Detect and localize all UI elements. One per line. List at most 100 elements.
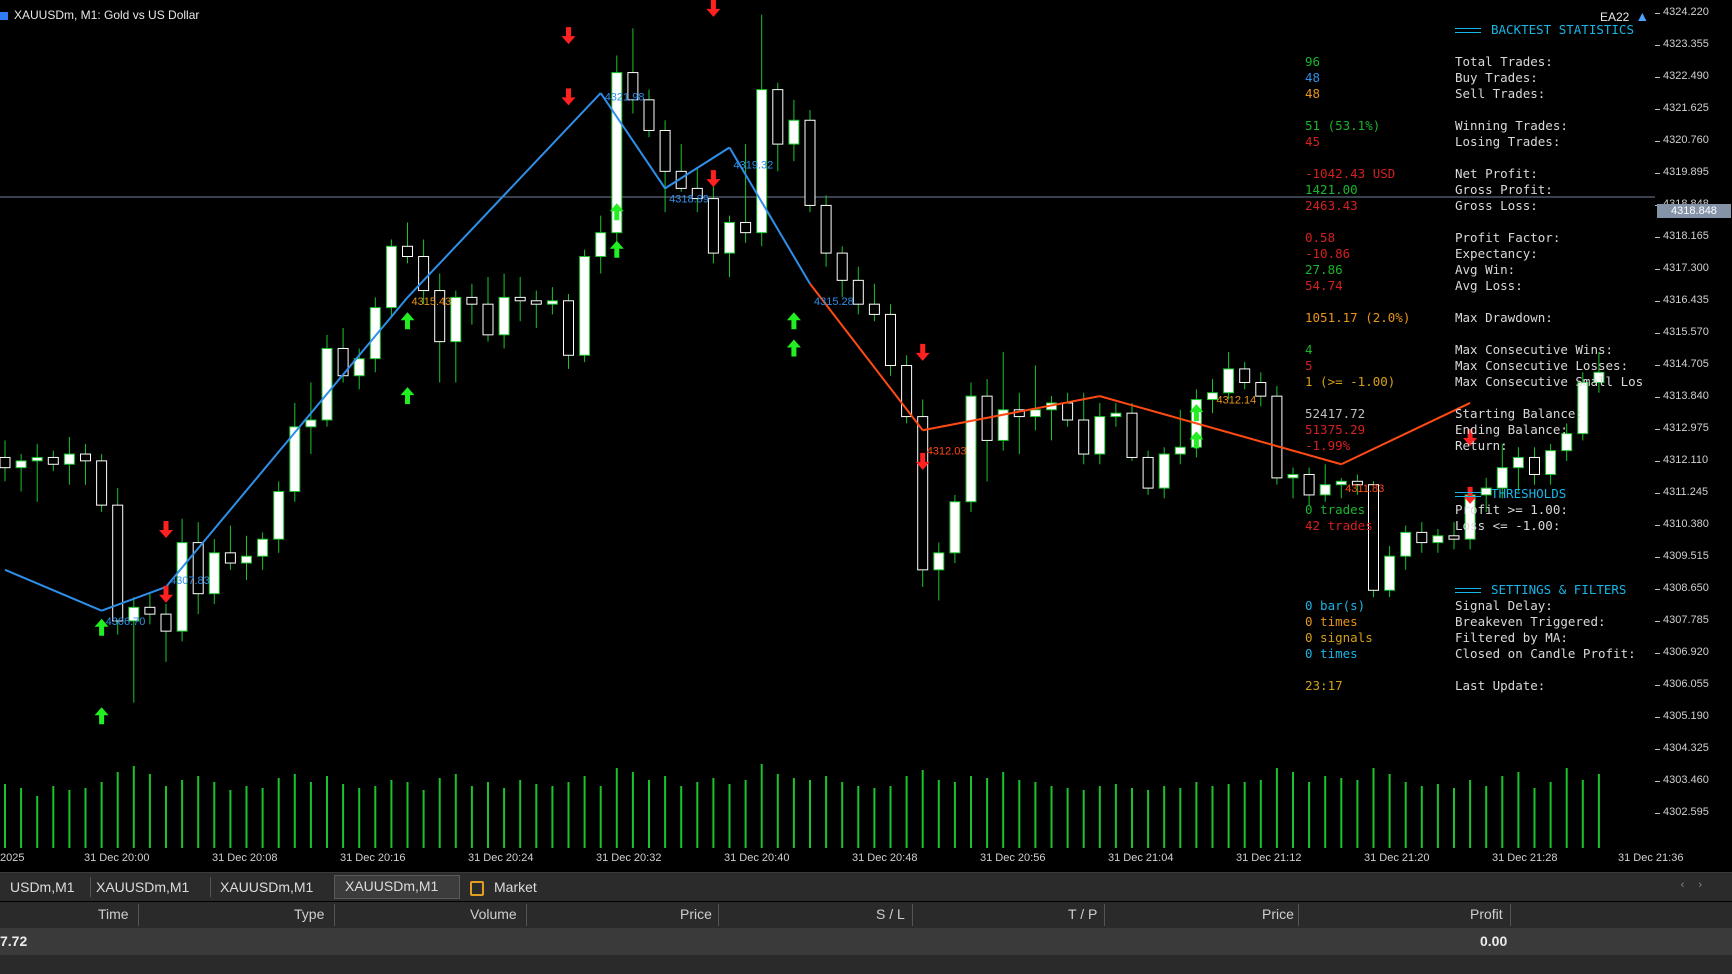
price-tick-label: 4303.460 — [1655, 774, 1709, 786]
time-tick-label: 31 Dec 20:08 — [212, 852, 278, 864]
col-separator — [718, 904, 719, 926]
candle-body — [788, 119, 800, 145]
col-separator — [138, 904, 139, 926]
col-time[interactable]: Time — [98, 906, 129, 922]
candle-body — [224, 552, 236, 564]
candle-body — [1078, 419, 1090, 455]
tab-market[interactable]: Market — [460, 877, 580, 897]
col-current-price[interactable]: Price — [1262, 906, 1294, 922]
last-update-value: 23:17 — [1305, 678, 1343, 693]
candle-body — [1062, 402, 1074, 421]
candle-body — [321, 347, 333, 421]
zigzag-price-label: 4319.32 — [734, 160, 774, 172]
buy-arrow-icon — [609, 240, 624, 258]
balance-row[interactable]: 7.72 0.00 — [0, 929, 1732, 955]
price-tick-label: 4321.625 — [1655, 102, 1709, 114]
sell-arrow-icon — [915, 343, 930, 361]
col-price[interactable]: Price — [680, 906, 712, 922]
candle-body — [836, 252, 848, 281]
zigzag-segment — [406, 92, 602, 299]
stat-label: Gross Profit: — [1455, 182, 1553, 197]
candle-body — [273, 491, 285, 540]
stat-value: 48 — [1305, 86, 1321, 101]
chart-tabs: USDm,M1 XAUUSDm,M1 XAUUSDm,M1 XAUUSDm,M1… — [0, 872, 1732, 901]
candle-body — [740, 221, 752, 234]
stat-value: 27.86 — [1305, 262, 1343, 277]
candle-body — [514, 296, 526, 302]
candle-body — [772, 89, 784, 145]
stat-label: Breakeven Triggered: — [1455, 614, 1606, 629]
stat-value: 0 times — [1305, 646, 1358, 661]
tab-label: XAUUSDm,M1 — [220, 879, 314, 895]
price-tick-label: 4320.760 — [1655, 134, 1709, 146]
price-axis[interactable]: 4324.220 4323.355 4322.490 4321.625 4320.760… — [1654, 0, 1732, 848]
candle-body — [917, 416, 929, 571]
price-tick-label: 4302.595 — [1655, 806, 1709, 818]
candle-body — [1029, 409, 1041, 418]
tab-chart-1[interactable]: USDm,M1 — [0, 877, 91, 897]
candle-body — [96, 460, 108, 506]
stat-value: 0 trades — [1305, 502, 1366, 517]
price-tick-label: 4315.570 — [1655, 326, 1709, 338]
tab-chart-2[interactable]: XAUUSDm,M1 — [86, 877, 211, 897]
candle-body — [0, 456, 11, 469]
tab-chart-3[interactable]: XAUUSDm,M1 — [210, 877, 337, 897]
stat-value: 51 (53.1%) — [1305, 118, 1381, 133]
stat-label: Max Consecutive Small Los — [1455, 374, 1644, 389]
col-profit[interactable]: Profit — [1470, 906, 1503, 922]
col-sl[interactable]: S / L — [876, 906, 905, 922]
time-axis[interactable]: 2025 31 Dec 20:00 31 Dec 20:08 31 Dec 20:16… — [0, 848, 1683, 872]
tab-label: XAUUSDm,M1 — [345, 878, 439, 894]
stat-value: -10.86 — [1305, 246, 1351, 261]
sell-arrow-icon — [159, 520, 173, 538]
stat-value: 0 times — [1305, 614, 1358, 629]
stat-value: 0.58 — [1305, 230, 1336, 245]
sell-arrow-icon — [706, 170, 721, 188]
candle-body — [257, 538, 269, 557]
candle-body — [15, 460, 27, 469]
tab-chart-4[interactable]: XAUUSDm,M1 — [334, 875, 460, 899]
col-volume[interactable]: Volume — [470, 906, 517, 922]
zigzag-price-label: 4315.28 — [814, 296, 854, 308]
col-tp[interactable]: T / P — [1068, 906, 1097, 922]
candle-body — [450, 296, 462, 343]
time-tick-label: 31 Dec 20:40 — [724, 852, 790, 864]
last-update-label: Last Update: — [1455, 678, 1546, 693]
zigzag-price-label: 4321.98 — [605, 91, 645, 103]
backtest-statistics-header: BACKTEST STATISTICS — [1455, 22, 1643, 38]
tab-label: XAUUSDm,M1 — [96, 879, 190, 895]
zigzag-segment — [4, 568, 102, 612]
col-type[interactable]: Type — [294, 906, 324, 922]
candle-body — [241, 555, 252, 564]
candle-body — [724, 221, 735, 254]
candle-body — [707, 198, 719, 254]
col-separator — [1298, 904, 1299, 926]
trade-table-header: Time Type Volume Price S / L T / P Price… — [0, 902, 1732, 929]
stat-value: 1 (>= -1.00) — [1305, 374, 1396, 389]
tab-scroll-arrows[interactable]: ‹› — [1681, 879, 1716, 891]
candle-body — [1271, 395, 1283, 479]
price-tick-label: 4305.190 — [1655, 710, 1709, 722]
price-tick-label: 4309.515 — [1655, 550, 1709, 562]
zigzag-segment — [922, 395, 1100, 432]
chart-area[interactable]: 4306.70 4307.83 4315.43 4321.98 4318.89 4319.… — [0, 0, 1732, 872]
time-tick-label: 2025 — [0, 852, 25, 864]
price-tick-label: 4308.650 — [1655, 582, 1709, 594]
stat-label: Loss <= -1.00: — [1455, 518, 1561, 533]
stat-value: 2463.43 — [1305, 198, 1358, 213]
price-tick-label: 4318.165 — [1655, 230, 1709, 242]
chart-icon — [0, 11, 8, 20]
price-tick-label: 4317.300 — [1655, 262, 1709, 274]
